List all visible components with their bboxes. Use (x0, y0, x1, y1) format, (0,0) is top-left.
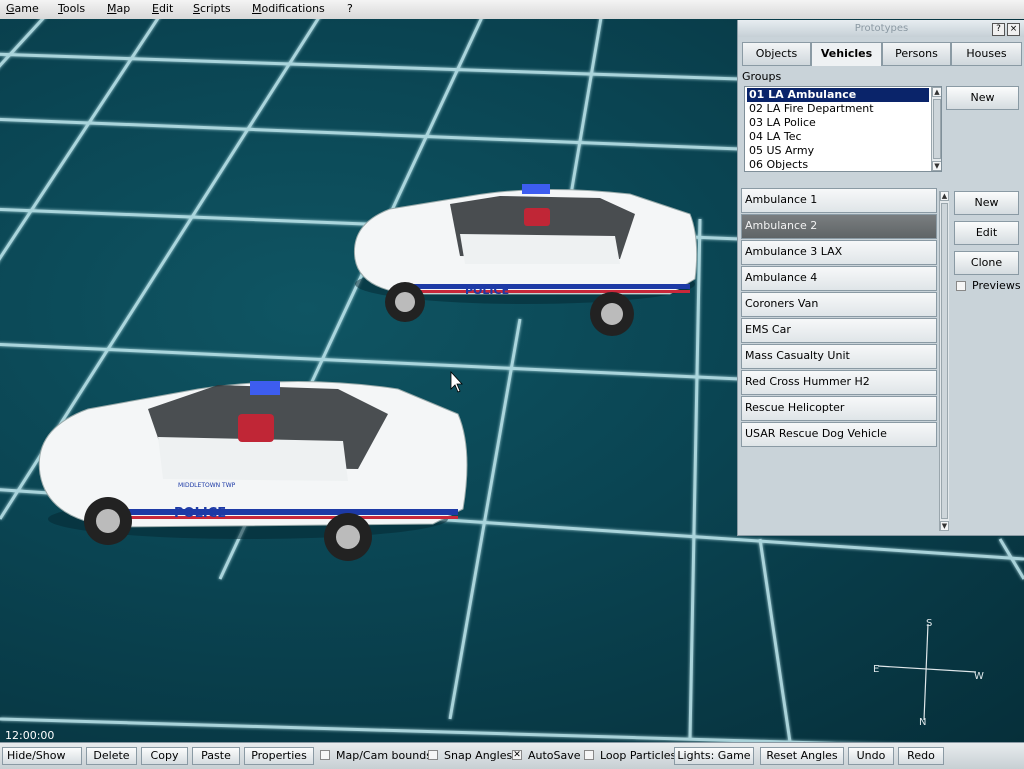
menu-bar: Game Tools Map Edit Scripts Modification… (0, 0, 1024, 20)
group-item[interactable]: 05 US Army (747, 144, 929, 158)
menu-game[interactable]: Game (6, 2, 39, 15)
menu-edit[interactable]: Edit (152, 2, 173, 15)
vehicle-clone-button[interactable]: Clone (954, 251, 1019, 275)
vehicle-new-button[interactable]: New (954, 191, 1019, 215)
tab-houses[interactable]: Houses (951, 42, 1022, 66)
compass-e: E (873, 664, 880, 675)
group-item[interactable]: 06 Objects (747, 158, 929, 171)
car-2-decal: POLICE (174, 506, 226, 521)
groups-scrollbar[interactable]: ▲ ▼ (931, 87, 941, 171)
groups-label: Groups (742, 70, 782, 83)
group-item[interactable]: 04 LA Tec (747, 130, 929, 144)
autosave-checkbox[interactable]: ✕ (512, 750, 522, 760)
scroll-up-icon[interactable]: ▲ (940, 191, 949, 201)
vehicle-item[interactable]: EMS Car (741, 318, 937, 343)
scroll-down-icon[interactable]: ▼ (940, 521, 949, 531)
police-car-1: POLICE (353, 184, 698, 336)
scroll-thumb[interactable] (941, 203, 948, 519)
snap-angles-checkbox[interactable] (428, 750, 438, 760)
tab-vehicles[interactable]: Vehicles (811, 42, 882, 66)
group-item[interactable]: 02 LA Fire Department (747, 102, 929, 116)
groups-list[interactable]: 01 LA Ambulance 02 LA Fire Department 03… (744, 86, 942, 172)
map-cam-bounds-checkbox[interactable] (320, 750, 330, 760)
police-car-2: POLICE MIDDLETOWN TWP (38, 381, 468, 561)
car-1-decal: POLICE (465, 284, 509, 297)
menu-map[interactable]: Map (107, 2, 130, 15)
lights-button[interactable]: Lights: Game (674, 747, 754, 765)
vehicle-item[interactable]: Mass Casualty Unit (741, 344, 937, 369)
vehicle-item[interactable]: Ambulance 3 LAX (741, 240, 937, 265)
panel-close-button[interactable]: × (1007, 23, 1020, 36)
compass-w: W (974, 671, 984, 682)
vehicle-list-scrollbar[interactable]: ▲ ▼ (939, 191, 949, 531)
map-cam-bounds-label: Map/Cam bounds (336, 749, 432, 762)
group-item[interactable]: 03 LA Police (747, 116, 929, 130)
vehicle-edit-button[interactable]: Edit (954, 221, 1019, 245)
compass-s: S (926, 618, 933, 629)
group-new-button[interactable]: New (946, 86, 1019, 110)
prototypes-panel: Prototypes ? × Objects Vehicles Persons … (737, 20, 1024, 536)
properties-button[interactable]: Properties (244, 747, 314, 765)
previews-label: Previews (972, 279, 1021, 292)
vehicle-item-selected[interactable]: Ambulance 2 (741, 214, 937, 239)
scroll-down-icon[interactable]: ▼ (932, 161, 941, 171)
car-2-subdecal: MIDDLETOWN TWP (178, 482, 236, 489)
menu-scripts[interactable]: Scripts (193, 2, 231, 15)
vehicle-item[interactable]: Ambulance 1 (741, 188, 937, 213)
tab-objects[interactable]: Objects (742, 42, 811, 66)
copy-button[interactable]: Copy (141, 747, 188, 765)
scroll-up-icon[interactable]: ▲ (932, 87, 941, 97)
vehicle-item[interactable]: Coroners Van (741, 292, 937, 317)
vehicle-item[interactable]: USAR Rescue Dog Vehicle (741, 422, 937, 447)
paste-button[interactable]: Paste (192, 747, 240, 765)
autosave-label: AutoSave (528, 749, 581, 762)
panel-help-button[interactable]: ? (992, 23, 1005, 36)
vehicle-item[interactable]: Rescue Helicopter (741, 396, 937, 421)
vehicle-item[interactable]: Ambulance 4 (741, 266, 937, 291)
hide-show-button[interactable]: Hide/Show (2, 747, 82, 765)
game-time: 12:00:00 (5, 729, 55, 742)
undo-button[interactable]: Undo (848, 747, 894, 765)
reset-angles-button[interactable]: Reset Angles (760, 747, 844, 765)
delete-button[interactable]: Delete (86, 747, 137, 765)
vehicle-item[interactable]: Red Cross Hummer H2 (741, 370, 937, 395)
loop-particles-label: Loop Particles (600, 749, 677, 762)
panel-title: Prototypes (738, 20, 1024, 37)
bottom-toolbar: Hide/Show Delete Copy Paste Properties M… (0, 742, 1024, 769)
redo-button[interactable]: Redo (898, 747, 944, 765)
previews-checkbox[interactable] (956, 281, 966, 291)
menu-tools[interactable]: Tools (58, 2, 85, 15)
group-item[interactable]: 01 LA Ambulance (747, 88, 929, 102)
menu-help[interactable]: ? (347, 2, 353, 15)
mouse-cursor (450, 370, 463, 393)
menu-modifications[interactable]: Modifications (252, 2, 325, 15)
loop-particles-checkbox[interactable] (584, 750, 594, 760)
snap-angles-label: Snap Angles (444, 749, 513, 762)
scroll-thumb[interactable] (933, 99, 941, 159)
tab-persons[interactable]: Persons (882, 42, 951, 66)
compass: S E W N (868, 616, 988, 732)
compass-n: N (919, 717, 927, 728)
